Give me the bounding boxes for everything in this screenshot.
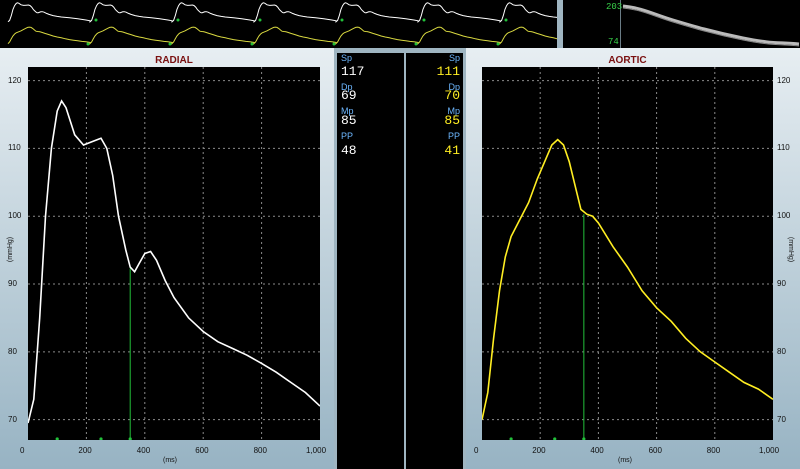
- x-tick-label: 400: [136, 446, 151, 455]
- trend-top-value: 203: [606, 2, 623, 12]
- strip-beat-marker: [94, 18, 98, 22]
- y-tick-label: 110: [8, 143, 21, 153]
- aortic-y-unit: (mmHg): [787, 236, 795, 263]
- aortic-sp-value: 111: [436, 64, 460, 79]
- y-tick-label: 120: [8, 75, 22, 85]
- y-tick-label: 100: [777, 211, 791, 221]
- aortic-dp-value: 70: [444, 88, 460, 103]
- x-tick-label: 800: [253, 446, 267, 455]
- radial-chart: [28, 67, 320, 440]
- y-tick-label: 80: [777, 346, 786, 356]
- trend-trace-lower: [622, 7, 800, 47]
- y-tick-label: 70: [777, 414, 786, 424]
- baseline-marker: [553, 437, 557, 440]
- strip-beat-marker: [422, 18, 426, 22]
- aortic-title: AORTIC: [608, 55, 647, 66]
- baseline-marker: [55, 437, 59, 440]
- radial-pp-label: PP: [341, 131, 354, 141]
- baseline-marker: [99, 437, 103, 440]
- x-tick-label: 200: [78, 446, 92, 455]
- x-tick-label: 0: [474, 446, 479, 455]
- radial-y-unit: (mmHg): [7, 236, 15, 263]
- trend-plot: [622, 4, 800, 47]
- strip-aortic-trace: [7, 26, 557, 45]
- x-tick-label: 400: [590, 446, 604, 455]
- strip-beat-marker: [176, 18, 180, 22]
- radial-sp-label: Sp: [341, 53, 353, 63]
- radial-dp-value: 69: [341, 88, 357, 103]
- radial-pp-value: 48: [341, 143, 357, 158]
- y-tick-label: 110: [777, 143, 790, 153]
- strip-beat-marker: [414, 42, 418, 46]
- baseline-marker: [128, 437, 132, 440]
- radial-plot-area: [28, 67, 320, 440]
- strip-beat-marker: [496, 42, 500, 46]
- strip-beat-marker: [340, 18, 344, 22]
- pressure-waveform: [482, 138, 773, 420]
- trend-trace: [622, 4, 800, 46]
- strip-beat-marker: [332, 42, 336, 46]
- aortic-pp-value: 41: [444, 143, 460, 158]
- y-tick-label: 90: [777, 279, 786, 289]
- aortic-plot-area: [482, 67, 773, 440]
- strip-radial-trace: [7, 2, 557, 23]
- waveform-strip-plot: [7, 2, 557, 46]
- aortic-sp-label: Sp: [448, 53, 460, 63]
- x-tick-label: 200: [532, 446, 546, 455]
- radial-title: RADIAL: [155, 55, 193, 66]
- radial-values-panel: Sp 117 Dp 69 Mp 85 PP 48: [337, 53, 404, 469]
- x-tick-label: 600: [195, 446, 209, 455]
- x-tick-label: 0: [20, 446, 25, 455]
- x-tick-label: 1,000: [759, 446, 780, 455]
- strip-beat-marker: [168, 42, 172, 46]
- y-tick-label: 80: [8, 346, 17, 356]
- y-tick-label: 100: [8, 211, 22, 221]
- strip-beat-marker: [258, 18, 262, 22]
- trend-panel: [563, 0, 800, 48]
- radial-mp-value: 85: [341, 113, 357, 128]
- x-tick-label: 1,000: [306, 446, 327, 455]
- strip-beat-marker: [250, 42, 254, 46]
- y-tick-label: 90: [8, 279, 17, 289]
- aortic-values-panel: Sp 111 Dp 70 Mp 85 PP 41: [406, 53, 463, 469]
- x-tick-label: 600: [648, 446, 662, 455]
- aortic-mp-value: 85: [444, 113, 460, 128]
- aortic-x-unit: (ms): [618, 457, 632, 464]
- x-tick-label: 800: [706, 446, 721, 455]
- aortic-pp-label: PP: [447, 131, 460, 141]
- strip-beat-marker: [504, 18, 508, 22]
- waveform-strip: [0, 0, 557, 48]
- pressure-waveform: [28, 99, 320, 424]
- radial-x-unit: (ms): [163, 457, 177, 464]
- baseline-marker: [582, 437, 586, 440]
- trend-bottom-value: 74: [608, 37, 619, 47]
- strip-beat-marker: [86, 42, 90, 46]
- y-tick-label: 70: [8, 414, 17, 424]
- radial-sp-value: 117: [341, 64, 365, 79]
- aortic-chart: [482, 67, 773, 440]
- y-tick-label: 120: [777, 75, 791, 85]
- baseline-marker: [509, 437, 513, 440]
